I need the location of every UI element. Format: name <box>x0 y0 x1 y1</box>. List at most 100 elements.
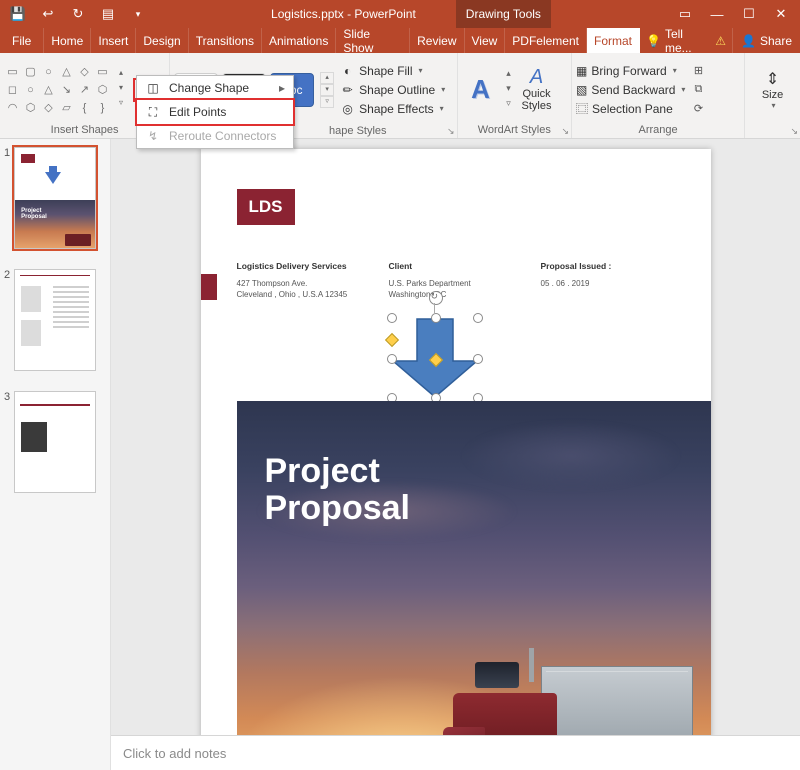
warning-icon: ⚠ <box>715 34 726 48</box>
send-backward-icon: ▧ <box>576 83 587 97</box>
share-button[interactable]: 👤 Share <box>732 28 800 53</box>
size-label: Size <box>762 89 783 101</box>
shape-fill-button[interactable]: ◐Shape Fill▾ <box>340 62 445 80</box>
wordart-down-icon[interactable]: ▾ <box>502 83 516 97</box>
bulb-icon: 💡 <box>646 34 661 48</box>
selection-pane-icon: ⿴ <box>576 100 588 117</box>
ribbon: ▭▢○△◇▭ ◻○△↘↗⬡ ◠⬡◇▱{} ▴ ▾ ▿ ▾ Insert Shap… <box>0 53 800 139</box>
tab-view[interactable]: View <box>465 28 506 53</box>
slide-title-line2: Proposal <box>265 490 410 527</box>
edit-shape-menu: ◫ Change Shape ▸ ⛶ Edit Points ↯ Reroute… <box>136 75 294 149</box>
tell-me[interactable]: 💡 Tell me... ⚠ <box>640 28 732 53</box>
title-bar: 💾 ↩ ↻ ▤ ▾ Logistics.pptx - PowerPoint Dr… <box>0 0 800 28</box>
selection-pane-button[interactable]: ⿴Selection Pane <box>576 100 685 118</box>
wordart-more-icon[interactable]: ▿ <box>502 98 516 112</box>
thumb-number-2: 2 <box>4 269 10 371</box>
rotate-handle[interactable] <box>429 291 443 305</box>
handle-tm[interactable] <box>431 313 441 323</box>
shape-outline-button[interactable]: ✏Shape Outline▾ <box>340 81 445 99</box>
close-icon[interactable]: ✕ <box>770 3 792 25</box>
tab-home[interactable]: Home <box>44 28 91 53</box>
slide-title-line1: Project <box>265 453 410 490</box>
ribbon-tabs: File Home Insert Design Transitions Anim… <box>0 28 800 53</box>
send-backward-label: Send Backward <box>591 83 675 97</box>
minimize-icon[interactable]: — <box>706 3 728 25</box>
thumbnail-slide-1[interactable]: Project Proposal <box>14 147 96 249</box>
size-dialog-icon[interactable]: ↘ <box>790 126 798 137</box>
start-slideshow-icon[interactable]: ▤ <box>98 4 118 24</box>
maximize-icon[interactable]: ☐ <box>738 3 760 25</box>
size-icon: ⇕ <box>766 69 779 89</box>
save-icon[interactable]: 💾 <box>8 4 28 24</box>
shape-outline-label: Shape Outline <box>359 83 435 97</box>
proposal-heading: Proposal Issued : <box>541 261 681 271</box>
rotate-icon[interactable]: ⟳ <box>690 100 706 118</box>
bring-forward-button[interactable]: ▦Bring Forward▾ <box>576 62 685 80</box>
tab-design[interactable]: Design <box>136 28 188 53</box>
qat-dropdown-icon[interactable]: ▾ <box>128 4 148 24</box>
wordart-dialog-icon[interactable]: ↘ <box>561 126 569 137</box>
style-down-icon[interactable]: ▾ <box>320 84 334 96</box>
wordart-preview[interactable]: A <box>462 68 500 112</box>
notes-pane[interactable]: Click to add notes <box>111 735 800 770</box>
client-line-1: U.S. Parks Department <box>389 279 529 288</box>
shape-fill-label: Shape Fill <box>359 64 412 78</box>
shape-outline-icon: ✏ <box>340 82 355 97</box>
redo-icon[interactable]: ↻ <box>68 4 88 24</box>
tab-insert[interactable]: Insert <box>91 28 136 53</box>
style-up-icon[interactable]: ▴ <box>320 72 334 84</box>
size-button[interactable]: ⇕ Size ▾ <box>762 69 783 110</box>
client-line-2: Washington, DC <box>389 290 529 299</box>
gallery-up-icon[interactable]: ▴ <box>114 68 128 82</box>
menu-reroute-label: Reroute Connectors <box>169 129 276 143</box>
shape-styles-dialog-icon[interactable]: ↘ <box>447 126 455 137</box>
slide-canvas[interactable]: LDS Logistics Delivery Services 427 Thom… <box>201 149 711 735</box>
tab-animations[interactable]: Animations <box>262 28 336 53</box>
workspace: 1 Project Proposal 2 3 <box>0 139 800 770</box>
addr-line-1: 427 Thompson Ave. <box>237 279 377 288</box>
slide-thumbnails-panel: 1 Project Proposal 2 3 <box>0 139 111 770</box>
share-label: Share <box>760 34 792 48</box>
undo-icon[interactable]: ↩ <box>38 4 58 24</box>
company-heading: Logistics Delivery Services <box>237 261 377 271</box>
bring-forward-icon: ▦ <box>576 64 587 78</box>
tell-me-label: Tell me... <box>665 27 711 55</box>
menu-change-shape-label: Change Shape <box>169 81 249 95</box>
align-icon[interactable]: ⊞ <box>690 62 706 80</box>
slide-info-row: Logistics Delivery Services 427 Thompson… <box>237 261 681 301</box>
selected-arrow-shape[interactable] <box>391 317 479 399</box>
thumbnail-slide-3[interactable] <box>14 391 96 493</box>
truck-illustration <box>443 656 693 735</box>
slide-editor: LDS Logistics Delivery Services 427 Thom… <box>111 139 800 770</box>
tab-pdfelement[interactable]: PDFelement <box>505 28 587 53</box>
ribbon-display-icon[interactable]: ▭ <box>674 3 696 25</box>
hero-image: Project Proposal <box>237 401 711 735</box>
handle-ml[interactable] <box>387 354 397 364</box>
group-icon[interactable]: ⧉ <box>690 81 706 99</box>
handle-mr[interactable] <box>473 354 483 364</box>
thumb-number-3: 3 <box>4 391 10 493</box>
menu-edit-points[interactable]: ⛶ Edit Points <box>135 98 295 126</box>
shapes-gallery[interactable]: ▭▢○△◇▭ ◻○△↘↗⬡ ◠⬡◇▱{} <box>4 63 111 116</box>
gallery-down-icon[interactable]: ▾ <box>114 83 128 97</box>
wordart-up-icon[interactable]: ▴ <box>502 68 516 82</box>
handle-tr[interactable] <box>473 313 483 323</box>
shape-fill-icon: ◐ <box>340 63 355 78</box>
tab-transitions[interactable]: Transitions <box>189 28 262 53</box>
gallery-more-icon[interactable]: ▿ <box>114 98 128 112</box>
bring-forward-label: Bring Forward <box>591 64 666 78</box>
thumbnail-slide-2[interactable] <box>14 269 96 371</box>
quick-styles-label: Quick Styles <box>522 89 552 112</box>
quick-styles-button[interactable]: A Quick Styles <box>522 66 552 112</box>
tab-slide-show[interactable]: Slide Show <box>336 28 410 53</box>
shape-effects-button[interactable]: ◎Shape Effects▾ <box>340 100 445 118</box>
tab-format[interactable]: Format <box>587 28 640 53</box>
send-backward-button[interactable]: ▧Send Backward▾ <box>576 81 685 99</box>
tab-file[interactable]: File <box>0 28 44 53</box>
menu-change-shape[interactable]: ◫ Change Shape ▸ <box>137 76 293 100</box>
thumb1-title: Project Proposal <box>21 208 47 220</box>
tab-review[interactable]: Review <box>410 28 464 53</box>
handle-tl[interactable] <box>387 313 397 323</box>
group-label-wordart: WordArt Styles <box>462 124 567 137</box>
style-more-icon[interactable]: ▿ <box>320 96 334 108</box>
